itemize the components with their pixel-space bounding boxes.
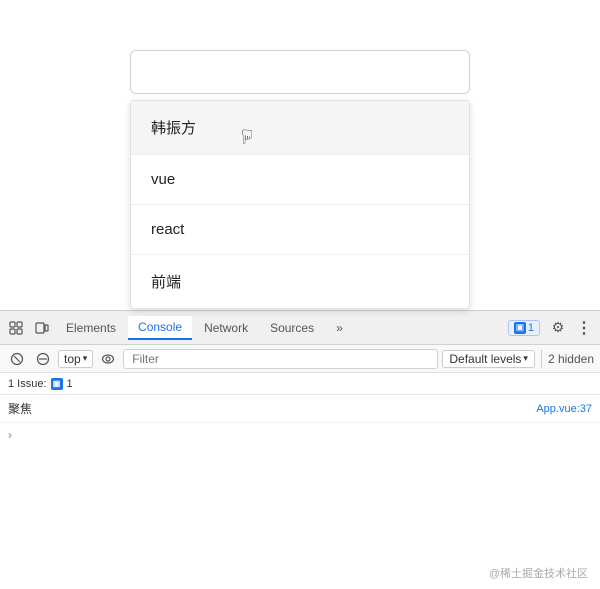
console-prompt-row: › [0,423,600,447]
dropdown-item-3[interactable]: 前端 [131,254,469,308]
dropdown-item-label-3: 前端 [151,274,181,291]
browser-content: 韩振方 ☟ vue react 前端 [0,0,600,310]
issue-badge-count: 1 [528,322,534,334]
dropdown-item-label-2: react [151,221,184,238]
issue-badge[interactable]: ▣ 1 [508,320,540,336]
separator [541,350,542,368]
input-wrapper: 韩振方 ☟ vue react 前端 [130,50,470,94]
issues-bar-label: 1 Issue: [8,378,47,390]
tab-sources[interactable]: Sources [260,317,324,339]
devtools-second-row: top ▾ Default levels ▾ 2 hidden [0,345,600,373]
levels-select[interactable]: Default levels ▾ [442,350,535,368]
prompt-arrow-icon: › [8,428,12,442]
filter-input[interactable] [123,349,438,369]
inspect-icon-btn[interactable] [4,316,28,340]
tab-console[interactable]: Console [128,316,192,340]
context-arrow-icon: ▾ [83,353,88,364]
block-icon-btn[interactable] [32,348,54,370]
device-icon-btn[interactable] [30,316,54,340]
issues-icon: ▣ [51,378,63,390]
devtools-panel: Elements Console Network Sources » ▣ 1 ⚙… [0,310,600,589]
console-log-text-0: 聚焦 [8,400,536,417]
levels-label: Default levels [449,352,521,366]
watermark: @稀土掘金技术社区 [489,565,588,581]
search-input[interactable] [130,50,470,94]
settings-icon-btn[interactable]: ⚙ [546,316,570,340]
dropdown-item-label-0: 韩振方 [151,120,196,137]
tab-elements[interactable]: Elements [56,317,126,339]
tab-more[interactable]: » [326,317,353,339]
dropdown-item-2[interactable]: react [131,204,469,254]
dropdown-item-1[interactable]: vue [131,154,469,204]
issues-bar: 1 Issue: ▣ 1 [0,373,600,395]
issue-badge-icon: ▣ [514,322,526,334]
console-area: 聚焦 App.vue:37 › [0,395,600,589]
gear-icon: ⚙ [552,319,565,336]
console-log-link-0[interactable]: App.vue:37 [536,403,592,415]
dropdown-list: 韩振方 ☟ vue react 前端 [130,100,470,309]
clear-console-btn[interactable] [6,348,28,370]
dropdown-item-label-1: vue [151,171,175,188]
context-selector[interactable]: top ▾ [58,350,93,368]
dropdown-item-0[interactable]: 韩振方 ☟ [131,101,469,154]
context-label: top [64,352,81,366]
cursor-hand-icon: ☟ [241,125,253,150]
more-icon-btn[interactable]: ⋮ [572,316,596,340]
console-log-row-0: 聚焦 App.vue:37 [0,395,600,423]
eye-icon-btn[interactable] [97,348,119,370]
more-icon: ⋮ [576,318,592,338]
hidden-count: 2 hidden [548,352,594,366]
issues-bar-count: 1 [67,378,73,390]
levels-arrow-icon: ▾ [523,353,528,364]
devtools-toolbar: Elements Console Network Sources » ▣ 1 ⚙… [0,311,600,345]
tab-network[interactable]: Network [194,317,258,339]
